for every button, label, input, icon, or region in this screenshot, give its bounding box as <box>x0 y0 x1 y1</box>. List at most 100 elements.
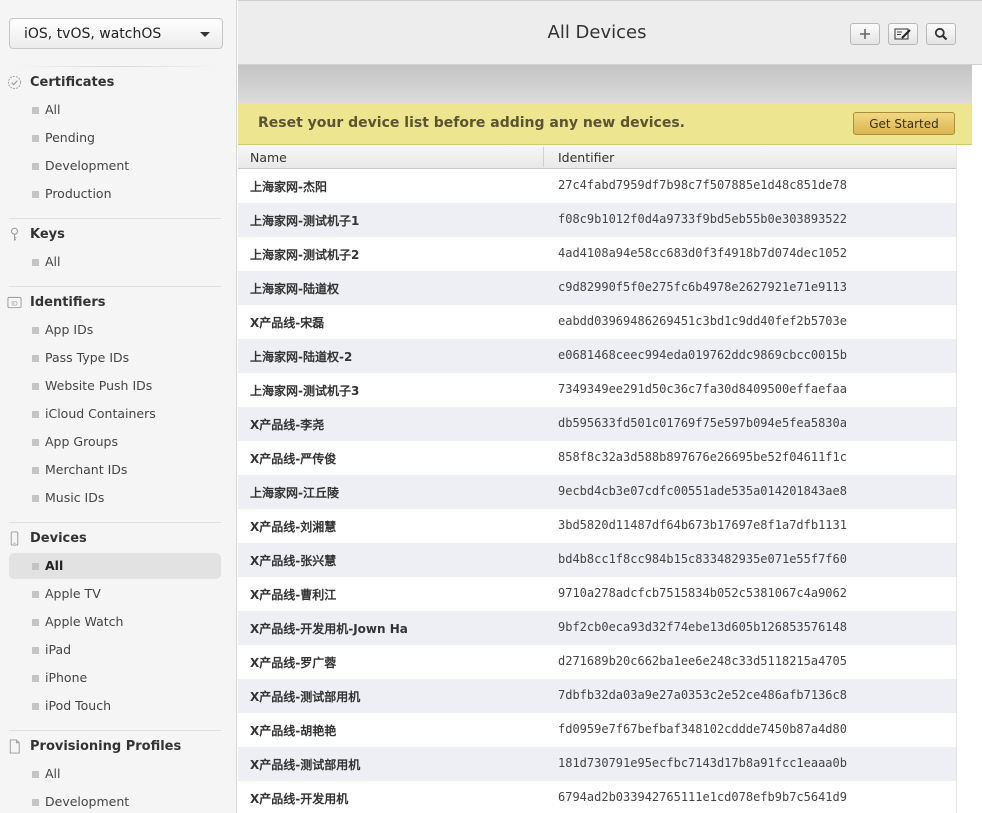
add-icon <box>860 29 870 39</box>
table-row[interactable]: X产品线-测试部用机 7dbfb32da03a9e27a0353c2e52ce48… <box>238 679 956 713</box>
sidebar-item-label: App Groups <box>45 434 118 449</box>
table-row[interactable]: X产品线-开发用机-Jown Ha 9bf2cb0eca93d32f74ebe13… <box>238 611 956 645</box>
section-title-identifiers: Identifiers <box>30 294 106 310</box>
sidebar-item-label: Development <box>45 158 130 173</box>
sidebar-item-certificates-production[interactable]: Production <box>9 181 221 207</box>
bullet <box>32 259 39 266</box>
device-name: 上海家网-江丘陵 <box>250 486 339 500</box>
search-button[interactable] <box>926 23 956 45</box>
document-icon <box>9 738 20 754</box>
add-button[interactable] <box>850 23 880 45</box>
section-title-devices: Devices <box>30 530 87 546</box>
sidebar-item-label: App IDs <box>45 322 94 337</box>
device-identifier: c9d82990f5f0e275fc6b4978e2627921e71e9113 <box>558 280 847 294</box>
device-table: 上海家网-杰阳 27c4fabd7959df7b98c7f507885e1d48c… <box>238 169 956 813</box>
sidebar-item-apple-watch[interactable]: Apple Watch <box>9 609 221 635</box>
device-name: X产品线-测试部用机 <box>250 758 361 772</box>
sidebar-item-certificates-pending[interactable]: Pending <box>9 125 221 151</box>
bullet <box>32 563 39 570</box>
device-icon <box>10 530 19 546</box>
device-name: 上海家网-陆道权 <box>250 282 339 296</box>
page-title: All Devices <box>547 22 647 43</box>
device-identifier: bd4b8cc1f8cc984b15c833482935e071e55f7f60 <box>558 552 847 566</box>
bullet <box>32 327 39 334</box>
sidebar-item-profiles-all[interactable]: All <box>9 761 221 787</box>
table-row[interactable]: 上海家网-杰阳 27c4fabd7959df7b98c7f507885e1d48c… <box>238 169 956 203</box>
column-separator <box>543 147 544 167</box>
table-row[interactable]: X产品线-测试部用机 181d730791e95ecfbc7143d17b8a91… <box>238 747 956 781</box>
device-name: X产品线-罗广蓉 <box>250 656 337 670</box>
sidebar-item-label: All <box>45 254 61 269</box>
bullet <box>32 383 39 390</box>
table-row[interactable]: 上海家网-陆道权-2 e0681468ceec994eda019762ddc986… <box>238 339 956 373</box>
reset-banner: Reset your device list before adding any… <box>238 103 972 145</box>
table-row[interactable]: 上海家网-测试机子2 4ad4108a94e58cc683d0f3f4918b7d… <box>238 237 956 271</box>
edit-button[interactable] <box>888 23 918 45</box>
sidebar-item-label: iCloud Containers <box>45 406 156 421</box>
device-identifier: f08c9b1012f0d4a9733f9bd5eb55b0e303893522 <box>558 212 847 226</box>
device-identifier: db595633fd501c01769f75e597b094e5fea5830a <box>558 416 847 430</box>
table-row[interactable]: X产品线-罗广蓉 d271689b20c662ba1ee6e248c33d5118… <box>238 645 956 679</box>
sidebar-item-ipod-touch[interactable]: iPod Touch <box>9 693 221 719</box>
device-name: X产品线-测试部用机 <box>250 690 361 704</box>
bullet <box>32 647 39 654</box>
column-header-name[interactable]: Name <box>250 150 287 165</box>
table-row[interactable]: X产品线-李尧 db595633fd501c01769f75e597b094e5f… <box>238 407 956 441</box>
table-row[interactable]: X产品线-张兴慧 bd4b8cc1f8cc984b15c833482935e071… <box>238 543 956 577</box>
bullet <box>32 439 39 446</box>
sidebar-item-label: Music IDs <box>45 490 105 505</box>
divider <box>9 522 221 523</box>
sidebar-item-app-groups[interactable]: App Groups <box>9 429 221 455</box>
section-title-provisioning: Provisioning Profiles <box>30 738 182 754</box>
column-header-identifier[interactable]: Identifier <box>558 150 614 165</box>
header-bar: All Devices <box>238 0 982 65</box>
sidebar-item-app-ids[interactable]: App IDs <box>9 317 221 343</box>
sidebar-item-website-push-ids[interactable]: Website Push IDs <box>9 373 221 399</box>
certificate-icon <box>7 75 22 89</box>
bullet <box>32 355 39 362</box>
table-row[interactable]: X产品线-严传俊 858f8c32a3d588b897676e26695be52f… <box>238 441 956 475</box>
table-header: Name Identifier <box>238 145 956 169</box>
table-row[interactable]: X产品线-宋磊 eabdd03969486269451c3bd1c9dd40fef… <box>238 305 956 339</box>
device-identifier: 4ad4108a94e58cc683d0f3f4918b7d074dec1052 <box>558 246 847 260</box>
table-row[interactable]: X产品线-开发用机 6794ad2b033942765111e1cd078efb9… <box>238 781 956 813</box>
bullet <box>32 191 39 198</box>
sidebar-item-label: iPad <box>45 642 72 657</box>
table-row[interactable]: X产品线-刘湘慧 3bd5820d11487df64b673b17697e8f1a… <box>238 509 956 543</box>
device-name: 上海家网-测试机子1 <box>250 214 360 228</box>
sidebar-item-pass-type-ids[interactable]: Pass Type IDs <box>9 345 221 371</box>
sidebar-item-keys-all[interactable]: All <box>9 249 221 275</box>
sidebar-item-icloud-containers[interactable]: iCloud Containers <box>9 401 221 427</box>
table-row[interactable]: 上海家网-江丘陵 9ecbd4cb3e07cdfc00551ade535a0142… <box>238 475 956 509</box>
sidebar-item-devices-all[interactable]: All <box>9 553 221 579</box>
bullet <box>32 411 39 418</box>
sidebar-item-iphone[interactable]: iPhone <box>9 665 221 691</box>
sidebar-item-merchant-ids[interactable]: Merchant IDs <box>9 457 221 483</box>
platform-selector-label: iOS, tvOS, watchOS <box>24 25 162 42</box>
table-row[interactable]: X产品线-曹利江 9710a278adcfcb7515834b052c538106… <box>238 577 956 611</box>
table-row[interactable]: 上海家网-陆道权 c9d82990f5f0e275fc6b4978e2627921… <box>238 271 956 305</box>
sidebar-item-label: Pending <box>45 130 95 145</box>
platform-selector[interactable]: iOS, tvOS, watchOS <box>9 18 223 49</box>
sidebar-item-certificates-development[interactable]: Development <box>9 153 221 179</box>
bullet <box>32 703 39 710</box>
sidebar: iOS, tvOS, watchOS Certificates All Pend… <box>0 0 237 813</box>
sidebar-item-profiles-development[interactable]: Development <box>9 789 221 813</box>
device-identifier: 7dbfb32da03a9e27a0353c2e52ce486afb7136c8 <box>558 688 847 702</box>
sidebar-item-certificates-all[interactable]: All <box>9 97 221 123</box>
device-name: X产品线-曹利江 <box>250 588 337 602</box>
bullet <box>32 107 39 114</box>
device-identifier: d271689b20c662ba1ee6e248c33d5118215a4705 <box>558 654 847 668</box>
table-row[interactable]: X产品线-胡艳艳 fd0959e7f67befbaf348102cddde7450… <box>238 713 956 747</box>
sidebar-item-apple-tv[interactable]: Apple TV <box>9 581 221 607</box>
get-started-button[interactable]: Get Started <box>853 112 955 135</box>
table-row[interactable]: 上海家网-测试机子1 f08c9b1012f0d4a9733f9bd5eb55b0… <box>238 203 956 237</box>
device-name: X产品线-宋磊 <box>250 316 325 330</box>
device-identifier: e0681468ceec994eda019762ddc9869cbcc0015b <box>558 348 847 362</box>
bullet <box>32 163 39 170</box>
sidebar-item-label: All <box>45 102 61 117</box>
sidebar-item-music-ids[interactable]: Music IDs <box>9 485 221 511</box>
sidebar-item-ipad[interactable]: iPad <box>9 637 221 663</box>
device-identifier: 181d730791e95ecfbc7143d17b8a91fcc1eaaa0b <box>558 756 847 770</box>
table-row[interactable]: 上海家网-测试机子3 7349349ee291d50c36c7fa30d84095… <box>238 373 956 407</box>
